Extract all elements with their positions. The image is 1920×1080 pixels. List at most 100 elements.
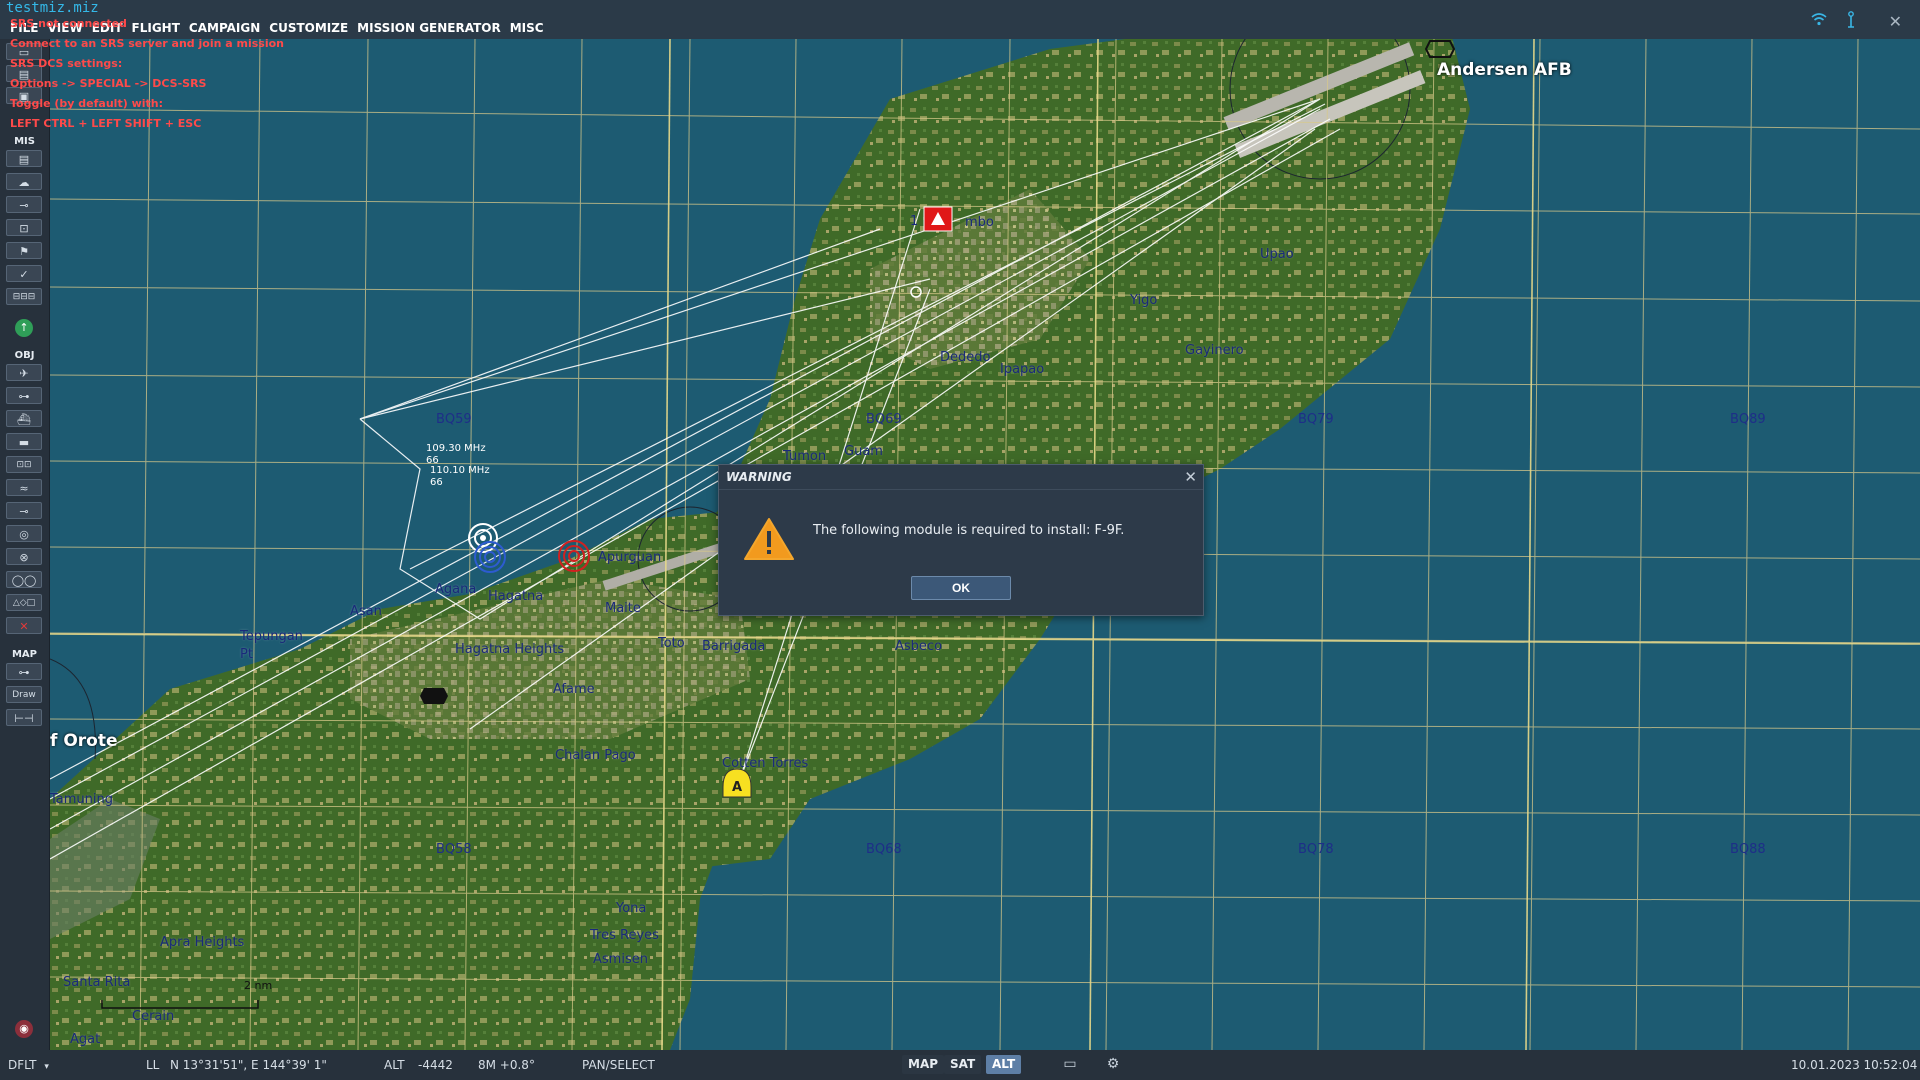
grid-label-bq78: BQ78 bbox=[1298, 842, 1334, 857]
close-window-icon[interactable]: ✕ bbox=[1889, 12, 1902, 31]
profile-value: DFLT bbox=[8, 1058, 37, 1072]
label-andersen-afb: Andersen AFB bbox=[1437, 60, 1572, 80]
label-guam: Guam bbox=[844, 444, 883, 459]
dialog-message: The following module is required to inst… bbox=[813, 523, 1125, 538]
ok-button[interactable]: OK bbox=[911, 576, 1011, 600]
label-asan: Asan bbox=[350, 604, 382, 619]
label-chalan-pago: Chalan Pago bbox=[555, 748, 636, 763]
chevron-down-icon: ▾ bbox=[44, 1062, 49, 1072]
freq-channel-2: 66 bbox=[430, 477, 443, 488]
wifi-icon[interactable] bbox=[1811, 12, 1827, 30]
yellow-airfield-marker: A bbox=[722, 768, 752, 798]
label-flag-number: 1 bbox=[910, 214, 919, 229]
goals-button[interactable]: ⚑ bbox=[6, 242, 42, 259]
add-helicopter-button[interactable]: ⊶ bbox=[6, 387, 42, 404]
top-right-controls: ✕ bbox=[1811, 10, 1902, 32]
new-mission-button[interactable]: ▭ bbox=[6, 43, 42, 60]
add-ship-button[interactable]: ⛴ bbox=[6, 410, 42, 427]
open-mission-button[interactable]: ▤ bbox=[6, 65, 42, 82]
menu-mission-generator[interactable]: MISSION GENERATOR bbox=[357, 21, 501, 35]
label-apra-heights: Apra Heights bbox=[160, 935, 245, 950]
label-tumon: Tumon bbox=[783, 449, 827, 464]
add-static-button[interactable]: ⊡⊡ bbox=[6, 456, 42, 473]
menu-view[interactable]: VIEW bbox=[48, 21, 83, 35]
freq-label-2: 110.10 MHz bbox=[430, 465, 490, 476]
map-view-button[interactable]: MAP bbox=[902, 1055, 945, 1074]
add-bullseye-button[interactable]: ◯◯ bbox=[6, 571, 42, 588]
add-vehicle-button[interactable]: ▬ bbox=[6, 433, 42, 450]
ruler-button[interactable]: ⊢⊣ bbox=[6, 709, 42, 726]
satellite-view-button[interactable]: SAT bbox=[944, 1055, 982, 1074]
weather-button[interactable]: ☁ bbox=[6, 173, 42, 190]
app-title: testmiz.miz bbox=[6, 0, 99, 16]
label-asbeco: Asbeco bbox=[895, 639, 943, 654]
date-time: 10.01.2023 10:52:04 bbox=[1791, 1058, 1918, 1072]
record-icon[interactable]: ◉ bbox=[15, 1020, 33, 1038]
left-toolbar: ▭ ▤ ▣ MIS ▤ ☁ ⊸ ⊡ ⚑ ✓ ⊟⊟⊟ ↑ OBJ ✈ ⊶ ⛴ ▬ … bbox=[0, 39, 50, 1050]
triggers-button[interactable]: ⊸ bbox=[6, 196, 42, 213]
add-plane-button[interactable]: ✈ bbox=[6, 364, 42, 381]
dialog-close-icon[interactable]: ✕ bbox=[1184, 468, 1197, 486]
label-hagatna: Hagatna bbox=[488, 589, 544, 604]
menu-misc[interactable]: MISC bbox=[510, 21, 544, 35]
red-unit-marker bbox=[923, 206, 953, 232]
delete-object-button[interactable]: ✕ bbox=[6, 617, 42, 634]
failures-button[interactable]: ⊡ bbox=[6, 219, 42, 236]
label-agat: Agat bbox=[70, 1032, 101, 1047]
antenna-icon[interactable] bbox=[1845, 10, 1857, 32]
save-mission-button[interactable]: ▣ bbox=[6, 87, 42, 104]
scale-label: 2 nm bbox=[244, 979, 273, 992]
add-waypoint-button[interactable]: ⊸ bbox=[6, 502, 42, 519]
add-shapes-button[interactable]: △◇□ bbox=[6, 594, 42, 611]
templates-button[interactable]: ≈ bbox=[6, 479, 42, 496]
profile-selector[interactable]: DFLT ▾ bbox=[8, 1058, 49, 1072]
settings-gear-icon[interactable]: ⚙ bbox=[1100, 1054, 1126, 1074]
dialog-header: WARNING ✕ bbox=[719, 465, 1203, 490]
label-cerain: Cerain bbox=[132, 1009, 175, 1024]
label-maite: Maite bbox=[605, 601, 641, 616]
grid-label-bq89: BQ89 bbox=[1730, 412, 1766, 427]
menu-customize[interactable]: CUSTOMIZE bbox=[269, 21, 348, 35]
label-yona: Yona bbox=[616, 901, 647, 916]
menu-edit[interactable]: EDIT bbox=[92, 21, 123, 35]
label-hagatna-heights: Hagatna Heights bbox=[455, 642, 565, 657]
add-zone-button[interactable]: ◎ bbox=[6, 525, 42, 542]
label-orote: f Orote bbox=[50, 731, 118, 751]
menu-file[interactable]: FILE bbox=[10, 21, 39, 35]
grid-label-bq88: BQ88 bbox=[1730, 842, 1766, 857]
alt-label: ALT bbox=[384, 1058, 405, 1072]
grid-label-bq79: BQ79 bbox=[1298, 412, 1334, 427]
label-agana: Agana bbox=[435, 582, 477, 597]
label-tres-reyes: Tres Reyes bbox=[590, 928, 659, 943]
label-afame: Afame bbox=[553, 682, 595, 697]
alt-view-button[interactable]: ALT bbox=[986, 1055, 1022, 1074]
draw-button[interactable]: Draw bbox=[6, 686, 42, 703]
coord-mode[interactable]: LL bbox=[146, 1058, 159, 1072]
add-nav-point-button[interactable]: ⊗ bbox=[6, 548, 42, 565]
label-apurguan: Apurguan bbox=[598, 550, 662, 565]
label-ipapao: Ipapao bbox=[1000, 362, 1045, 377]
label-dededo: Dededo bbox=[940, 350, 991, 365]
triggered-actions-button[interactable]: ⊟⊟⊟ bbox=[6, 288, 42, 305]
check-button[interactable]: ✓ bbox=[6, 265, 42, 282]
status-bar: DFLT ▾ LL N 13°31'51", E 144°39' 1" ALT … bbox=[0, 1050, 1920, 1080]
alt-value: -4442 bbox=[418, 1058, 453, 1072]
fly-mission-icon[interactable]: ↑ bbox=[15, 319, 33, 337]
label-asmisen: Asmisen bbox=[593, 952, 648, 967]
label-upao: Upao bbox=[1260, 247, 1294, 262]
menu-campaign[interactable]: CAMPAIGN bbox=[189, 21, 260, 35]
label-cotten-torres: Cotten Torres bbox=[722, 756, 809, 771]
black-unit-icon bbox=[420, 688, 448, 704]
briefing-button[interactable]: ▤ bbox=[6, 150, 42, 167]
freq-label-1: 109.30 MHz bbox=[426, 443, 486, 454]
grid-label-bq68: BQ68 bbox=[866, 842, 902, 857]
warning-icon bbox=[743, 517, 795, 565]
menu-flight[interactable]: FLIGHT bbox=[132, 21, 180, 35]
grid-label-bq59: BQ59 bbox=[436, 412, 472, 427]
menu-bar: FILE VIEW EDIT FLIGHT CAMPAIGN CUSTOMIZE… bbox=[10, 21, 544, 35]
grid-label-bq69: BQ69 bbox=[866, 412, 902, 427]
map-options-button[interactable]: ⊶ bbox=[6, 663, 42, 680]
red-target-marker bbox=[558, 540, 590, 572]
layers-icon[interactable]: ▭ bbox=[1057, 1054, 1083, 1074]
cursor-coords: N 13°31'51", E 144°39' 1" bbox=[170, 1058, 327, 1072]
